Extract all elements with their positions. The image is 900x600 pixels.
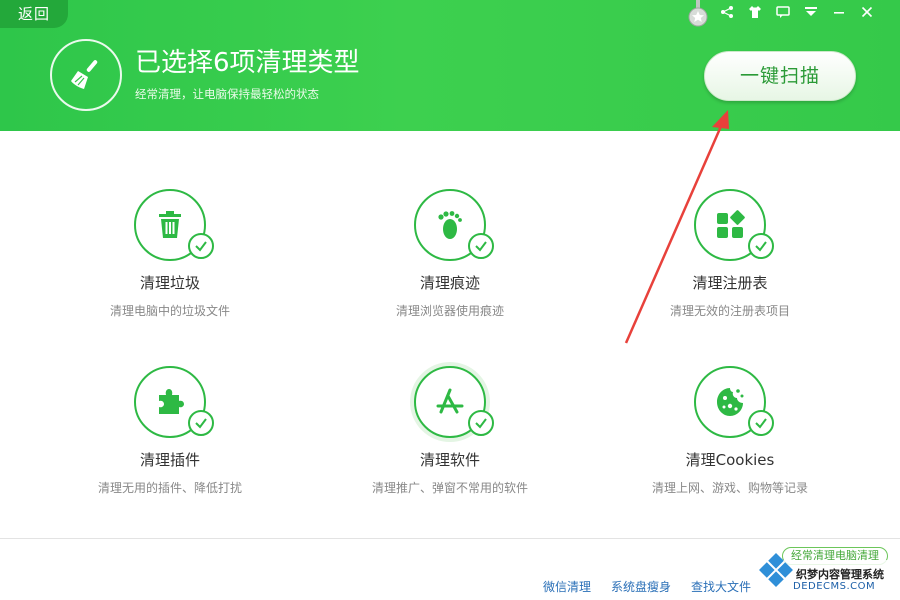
clean-registry-card[interactable]: 清理注册表 清理无效的注册表项目 xyxy=(610,189,850,319)
check-icon xyxy=(188,233,214,259)
message-icon[interactable] xyxy=(769,0,797,24)
card-description: 清理浏览器使用痕迹 xyxy=(395,304,504,318)
card-description: 清理无用的插件、降低打扰 xyxy=(97,481,242,495)
footer-links: 微信清理 系统盘瘦身 查找大文件 xyxy=(543,578,751,595)
card-title: 清理Cookies xyxy=(685,451,775,469)
cleanup-window: 返回 已选择6项清理类型 经常清理，让电脑保持最轻松的状态 一键扫描 清理垃圾 … xyxy=(0,0,900,600)
window-controls xyxy=(713,0,881,28)
share-icon[interactable] xyxy=(713,0,741,24)
check-icon xyxy=(468,410,494,436)
header-subtitle: 经常清理，让电脑保持最轻松的状态 xyxy=(135,87,319,101)
card-description: 清理推广、弹窗不常用的软件 xyxy=(371,481,528,495)
header-title: 已选择6项清理类型 xyxy=(135,48,360,78)
check-icon xyxy=(468,233,494,259)
card-title: 清理插件 xyxy=(139,451,200,469)
clean-junk-card[interactable]: 清理垃圾 清理电脑中的垃圾文件 xyxy=(50,189,290,319)
card-description: 清理无效的注册表项目 xyxy=(669,304,790,318)
check-icon xyxy=(188,410,214,436)
menu-icon[interactable] xyxy=(797,0,825,24)
skin-icon[interactable] xyxy=(741,0,769,24)
card-title: 清理注册表 xyxy=(692,274,768,292)
minimize-icon[interactable] xyxy=(825,0,853,24)
wechat-clean-link[interactable]: 微信清理 xyxy=(543,578,591,595)
find-large-files-link[interactable]: 查找大文件 xyxy=(691,578,751,595)
clean-software-card[interactable]: 清理软件 清理推广、弹窗不常用的软件 xyxy=(330,366,570,496)
broom-icon xyxy=(50,39,122,111)
footer-divider xyxy=(0,538,900,539)
clean-plugins-card[interactable]: 清理插件 清理无用的插件、降低打扰 xyxy=(50,366,290,496)
check-icon xyxy=(748,233,774,259)
one-click-scan-button[interactable]: 一键扫描 xyxy=(704,51,856,101)
card-description: 清理电脑中的垃圾文件 xyxy=(109,304,230,318)
back-button[interactable]: 返回 xyxy=(0,0,68,28)
watermark-site: DEDECMS.COM xyxy=(793,581,876,592)
check-icon xyxy=(748,410,774,436)
card-description: 清理上网、游戏、购物等记录 xyxy=(651,481,808,495)
clean-traces-card[interactable]: 清理痕迹 清理浏览器使用痕迹 xyxy=(330,189,570,319)
system-disk-slim-link[interactable]: 系统盘瘦身 xyxy=(611,578,671,595)
medal-icon[interactable] xyxy=(687,0,709,28)
card-title: 清理垃圾 xyxy=(139,274,200,292)
card-title: 清理软件 xyxy=(419,451,480,469)
close-icon[interactable] xyxy=(853,0,881,24)
watermark-text: 织梦内容管理系统 xyxy=(796,568,884,581)
clean-cookies-card[interactable]: 清理Cookies 清理上网、游戏、购物等记录 xyxy=(610,366,850,496)
header-banner: 返回 已选择6项清理类型 经常清理，让电脑保持最轻松的状态 一键扫描 xyxy=(0,0,900,131)
card-title: 清理痕迹 xyxy=(419,274,480,292)
